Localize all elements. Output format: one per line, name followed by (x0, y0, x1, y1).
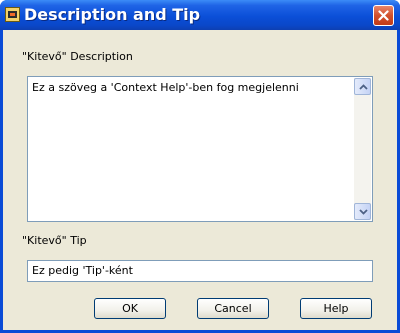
help-button[interactable]: Help (300, 298, 372, 319)
ok-button[interactable]: OK (94, 298, 166, 319)
title-bar[interactable]: Description and Tip (0, 0, 400, 30)
tip-input[interactable]: Ez pedig 'Tip'-ként (27, 260, 373, 282)
close-icon (378, 10, 389, 21)
scroll-down-button[interactable] (354, 203, 371, 220)
scroll-up-button[interactable] (354, 78, 371, 95)
description-label: "Kitevő" Description (22, 50, 133, 63)
dialog-body: "Kitevő" Description Ez a szöveg a 'Cont… (3, 30, 397, 330)
description-text[interactable]: Ez a szöveg a 'Context Help'-ben fog meg… (32, 81, 299, 94)
labview-vi-icon (5, 7, 20, 22)
cancel-button[interactable]: Cancel (197, 298, 269, 319)
chevron-down-icon (359, 209, 368, 215)
tip-text[interactable]: Ez pedig 'Tip'-ként (32, 264, 133, 277)
vertical-scrollbar[interactable] (354, 78, 371, 220)
window-title: Description and Tip (24, 5, 201, 24)
tip-label: "Kitevő" Tip (22, 234, 87, 247)
description-textarea[interactable]: Ez a szöveg a 'Context Help'-ben fog meg… (27, 76, 373, 222)
dialog-window: Description and Tip "Kitevő" Description… (0, 0, 400, 333)
close-button[interactable] (373, 5, 394, 26)
chevron-up-icon (359, 84, 368, 90)
